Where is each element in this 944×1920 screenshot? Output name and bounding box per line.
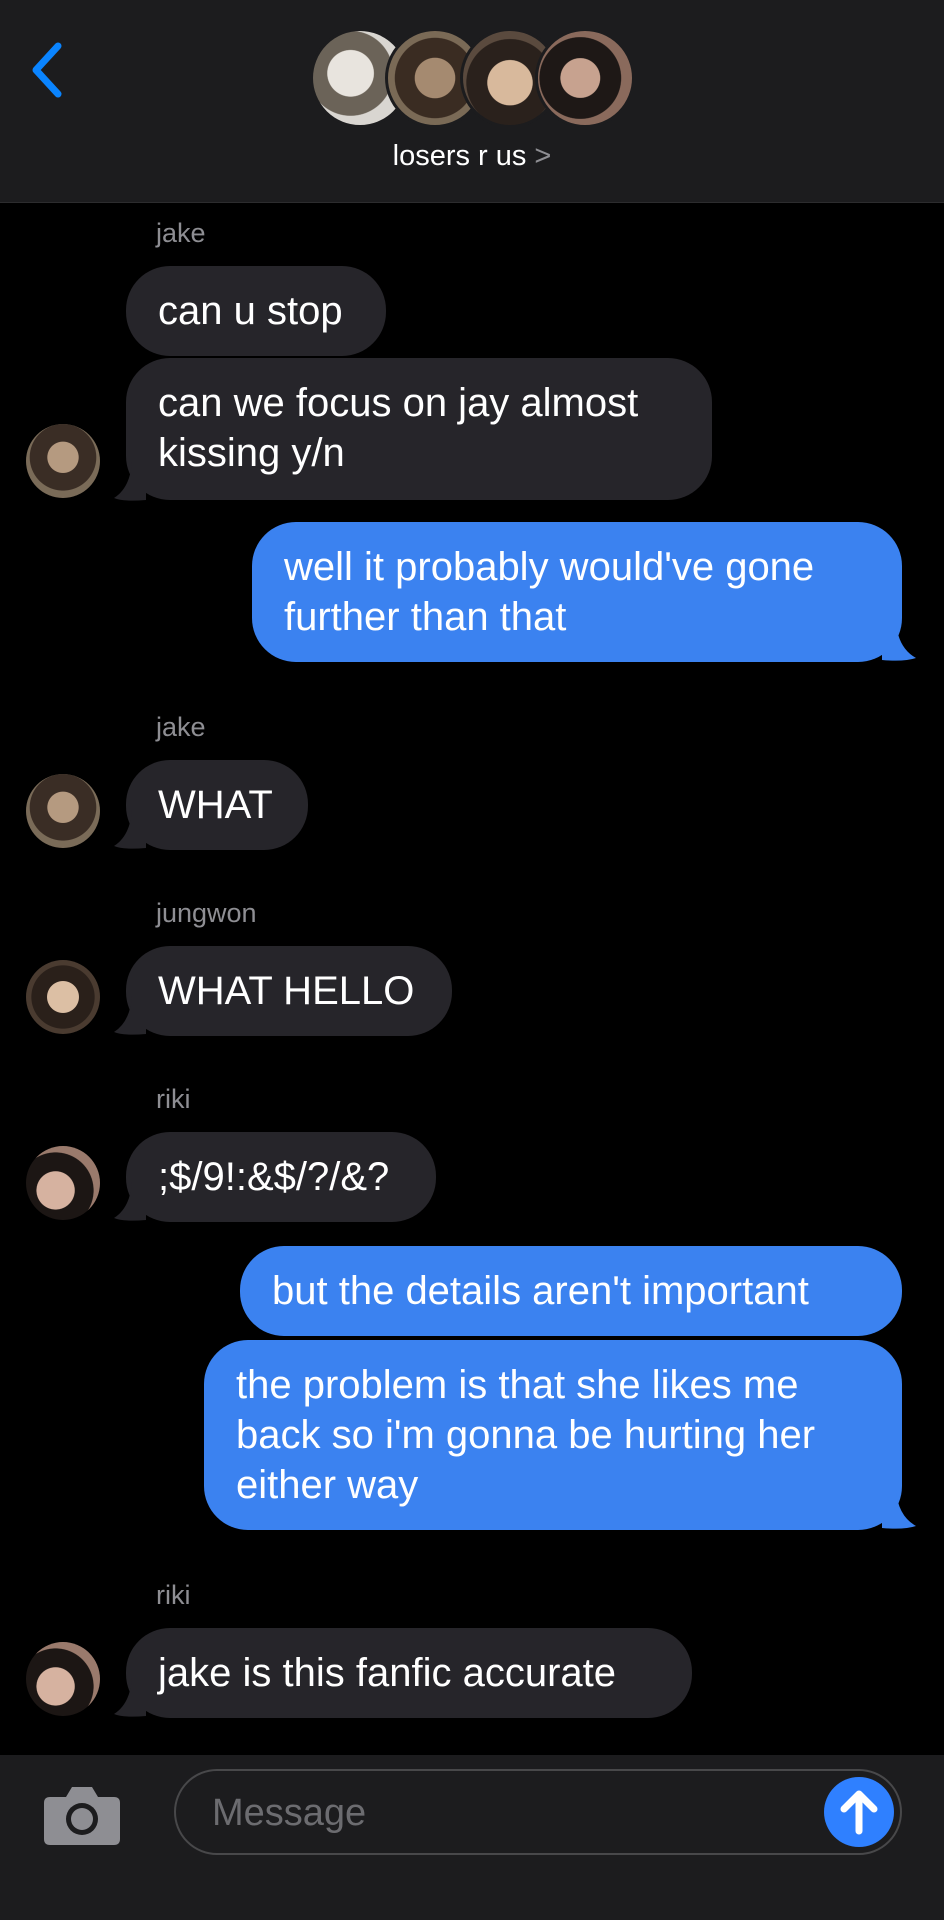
message-bubble[interactable]: but the details aren't important <box>240 1246 902 1336</box>
composer-bar <box>0 1755 944 1920</box>
avatar[interactable] <box>26 424 100 498</box>
group-avatar <box>535 28 635 128</box>
bubble-tail <box>114 1678 146 1717</box>
group-name: losers r us <box>392 140 527 172</box>
bubble-tail <box>114 996 146 1035</box>
message-bubble[interactable]: jake is this fanfic accurate <box>126 1628 692 1718</box>
message-bubble[interactable]: WHAT HELLO <box>126 946 452 1036</box>
message-bubble[interactable]: the problem is that she likes me back so… <box>204 1340 902 1530</box>
sender-name: jake <box>156 218 206 248</box>
message-bubble[interactable]: ;$/9!:&$/?/&? <box>126 1132 436 1222</box>
avatar[interactable] <box>26 960 100 1034</box>
message-bubble[interactable]: well it probably would've gone further t… <box>252 522 902 662</box>
bubble-tail <box>114 462 146 501</box>
group-avatars[interactable] <box>310 28 640 128</box>
message-input-field[interactable] <box>174 1769 902 1855</box>
bubble-tail <box>114 810 146 849</box>
sender-name: jake <box>156 712 206 742</box>
chevron-left-icon[interactable] <box>28 40 68 100</box>
camera-icon[interactable] <box>42 1783 122 1847</box>
sender-name: jungwon <box>156 898 257 928</box>
bubble-tail <box>882 1490 916 1529</box>
sender-name: riki <box>156 1580 191 1610</box>
conversation-title[interactable]: losers r us > <box>0 140 944 173</box>
chevron-right-icon: > <box>534 140 552 172</box>
message-bubble[interactable]: WHAT <box>126 760 308 850</box>
send-button[interactable] <box>824 1777 894 1847</box>
sender-name: riki <box>156 1084 191 1114</box>
message-input[interactable] <box>210 1787 774 1839</box>
conversation-header: losers r us > <box>0 0 944 203</box>
bubble-tail <box>882 622 916 661</box>
bubble-tail <box>114 1182 146 1221</box>
avatar[interactable] <box>26 774 100 848</box>
message-bubble[interactable]: can we focus on jay almost kissing y/n <box>126 358 712 500</box>
message-bubble[interactable]: can u stop <box>126 266 386 356</box>
avatar[interactable] <box>26 1642 100 1716</box>
avatar[interactable] <box>26 1146 100 1220</box>
arrow-up-icon <box>840 1790 878 1835</box>
